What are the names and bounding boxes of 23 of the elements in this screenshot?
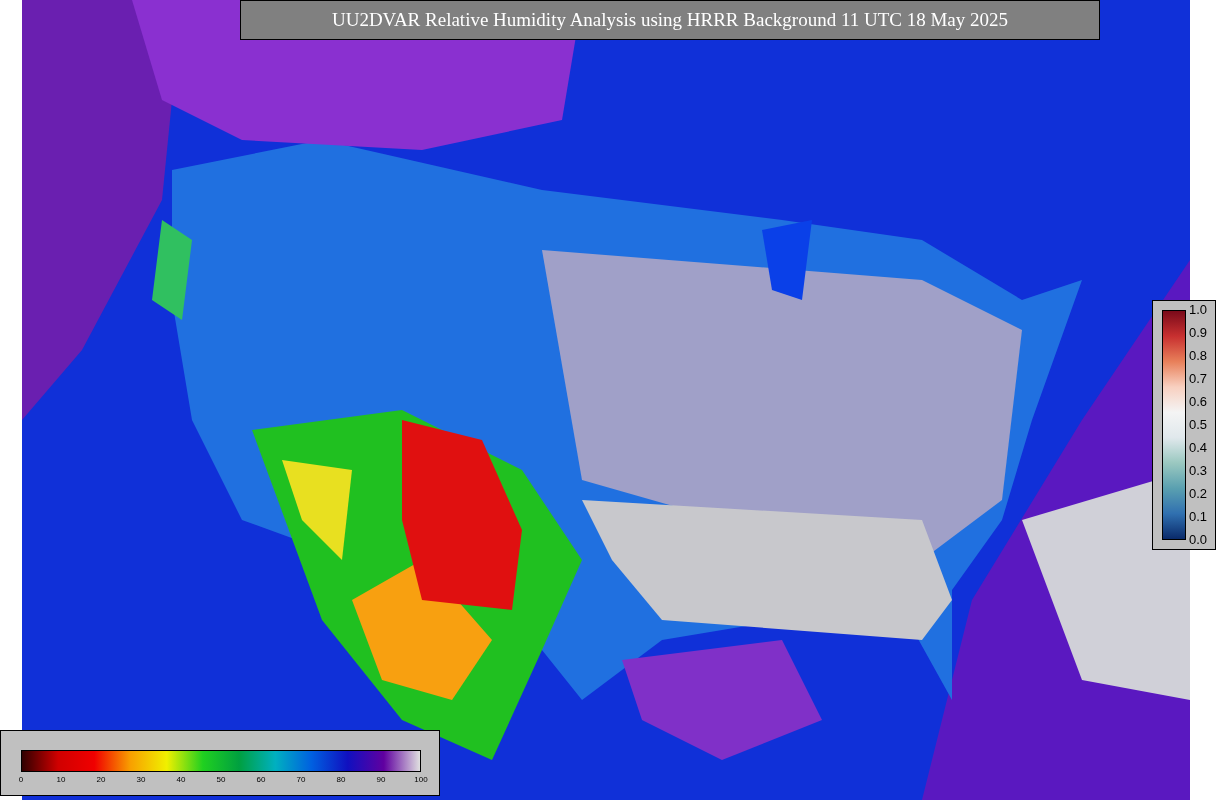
chart-title: UU2DVAR Relative Humidity Analysis using HRRR Background 11 UTC 18 May 2025 <box>240 0 1100 40</box>
tick-label: 50 <box>216 775 226 785</box>
tick-label: 90 <box>376 775 386 785</box>
tick-label: 60 <box>256 775 266 785</box>
tick-label: 0 <box>18 775 24 785</box>
tick-label: 0.9 <box>1189 326 1208 340</box>
tick-label: 0.3 <box>1189 464 1208 478</box>
tick-label: 0.5 <box>1189 418 1208 432</box>
tick-label: 0.1 <box>1189 510 1208 524</box>
tick-label: 0.7 <box>1189 372 1208 386</box>
tick-label: 10 <box>56 775 66 785</box>
tick-label: 100 <box>414 775 428 785</box>
tick-label: 20 <box>96 775 106 785</box>
tick-label: 1.0 <box>1189 303 1208 317</box>
tick-label: 30 <box>136 775 146 785</box>
tick-label: 80 <box>336 775 346 785</box>
tick-label: 70 <box>296 775 306 785</box>
tick-label: 0.6 <box>1189 395 1208 409</box>
tick-label: 40 <box>176 775 186 785</box>
tick-label: 0.0 <box>1189 533 1208 547</box>
tick-label: 0.4 <box>1189 441 1208 455</box>
tick-label: 0.2 <box>1189 487 1208 501</box>
tick-label: 0.8 <box>1189 349 1208 363</box>
